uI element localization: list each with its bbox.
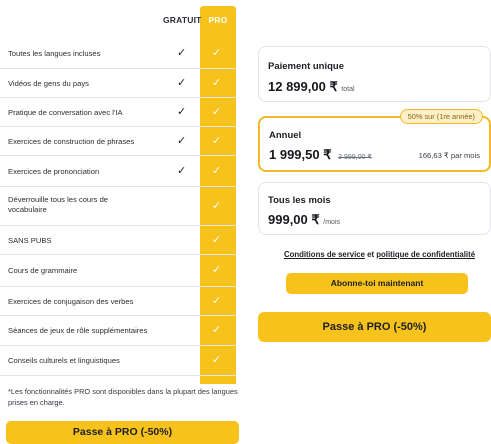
- legal-links: Conditions de service et politique de co…: [268, 250, 491, 259]
- feature-label: Toutes les langues incluses: [8, 49, 101, 58]
- feature-label: Exercices de prononciation: [8, 167, 100, 176]
- feature-row: Conseils culturels et linguistiques ✓: [0, 346, 236, 376]
- feature-row: Cours de grammaire ✓: [0, 255, 236, 287]
- free-check-icon: ✓: [177, 77, 187, 89]
- pro-check-icon: ✓: [212, 264, 222, 276]
- plan-price: 1 999,50 ₹ 3 999,00 ₹: [269, 147, 372, 163]
- free-check-icon: ✓: [177, 106, 187, 118]
- feature-row: Exercices de construction de phrases ✓ ✓: [0, 127, 236, 156]
- feature-label: Exercices de construction de phrases: [8, 137, 135, 146]
- free-column-header: GRATUIT: [163, 15, 202, 25]
- plan-card-one-time[interactable]: Paiement unique 12 899,00 ₹ total: [258, 46, 491, 102]
- plan-old-price: 3 999,00 ₹: [338, 154, 372, 161]
- feature-row: Pratique de conversation avec l'IA ✓ ✓: [0, 98, 236, 127]
- feature-label: Conseils culturels et linguistiques: [8, 356, 120, 365]
- pro-check-icon: ✓: [212, 77, 222, 89]
- feature-row: Déverrouille tous les cours de vocabulai…: [0, 187, 236, 226]
- plan-price-unit: total: [341, 86, 355, 93]
- pro-check-icon: ✓: [212, 354, 222, 366]
- pro-check-icon: ✓: [212, 165, 222, 177]
- plan-title: Annuel: [269, 130, 302, 141]
- pro-check-icon: ✓: [212, 324, 222, 336]
- feature-label: Cours de grammaire: [8, 266, 78, 275]
- feature-label: SANS PUBS: [8, 236, 52, 245]
- feature-label: Séances de jeux de rôle supplémentaires: [8, 326, 148, 335]
- feature-row: Vidéos de gens du pays ✓ ✓: [0, 69, 236, 98]
- plan-per-month: 166,63 ₹ par mois: [418, 151, 480, 160]
- discount-badge: 50% sur (1re année): [399, 109, 483, 124]
- plan-price-value: 999,00 ₹: [268, 212, 320, 227]
- feature-row: Exercices de prononciation ✓ ✓: [0, 156, 236, 187]
- pro-column-header: PRO: [208, 15, 228, 25]
- free-check-icon: ✓: [177, 135, 187, 147]
- pro-check-icon: ✓: [212, 47, 222, 59]
- feature-row: Séances de jeux de rôle supplémentaires ✓: [0, 316, 236, 346]
- privacy-policy-link[interactable]: politique de confidentialité: [376, 250, 475, 259]
- plan-title: Tous les mois: [268, 195, 331, 206]
- upgrade-pro-button-right[interactable]: Passe à PRO (-50%): [258, 312, 491, 342]
- plan-price-unit: /mois: [323, 219, 341, 226]
- pro-check-icon: ✓: [212, 295, 222, 307]
- upgrade-pro-button[interactable]: Passe à PRO (-50%): [6, 421, 239, 444]
- plan-card-monthly[interactable]: Tous les mois 999,00 ₹ /mois: [258, 182, 491, 235]
- free-check-icon: ✓: [177, 47, 187, 59]
- plan-title: Paiement unique: [268, 61, 345, 72]
- plan-price-value: 12 899,00 ₹: [268, 79, 338, 94]
- feature-row: SANS PUBS ✓: [0, 226, 236, 255]
- terms-of-service-link[interactable]: Conditions de service: [284, 250, 365, 259]
- pro-check-icon: ✓: [212, 106, 222, 118]
- subscribe-now-button[interactable]: Abonne-toi maintenant: [286, 273, 468, 294]
- plan-price-value: 1 999,50 ₹: [269, 147, 332, 162]
- pro-check-icon: ✓: [212, 135, 222, 147]
- plan-price: 12 899,00 ₹ total: [268, 79, 355, 95]
- plan-price: 999,00 ₹ /mois: [268, 212, 340, 228]
- feature-label: Exercices de conjugaison des verbes: [8, 297, 134, 306]
- pro-footnote: *Les fonctionnalités PRO sont disponible…: [8, 387, 238, 407]
- free-check-icon: ✓: [177, 165, 187, 177]
- terms-conjunction: et: [367, 250, 375, 259]
- feature-row: Exercices de conjugaison des verbes ✓: [0, 287, 236, 316]
- feature-label: Pratique de conversation avec l'IA: [8, 108, 123, 117]
- pro-check-icon: ✓: [212, 200, 222, 212]
- feature-row: Toutes les langues incluses ✓ ✓: [0, 38, 236, 69]
- pro-check-icon: ✓: [212, 234, 222, 246]
- feature-label: Déverrouille tous les cours de vocabulai…: [8, 195, 109, 214]
- feature-label: Vidéos de gens du pays: [8, 79, 89, 88]
- plan-card-annual[interactable]: 50% sur (1re année) Annuel 1 999,50 ₹ 3 …: [258, 109, 491, 172]
